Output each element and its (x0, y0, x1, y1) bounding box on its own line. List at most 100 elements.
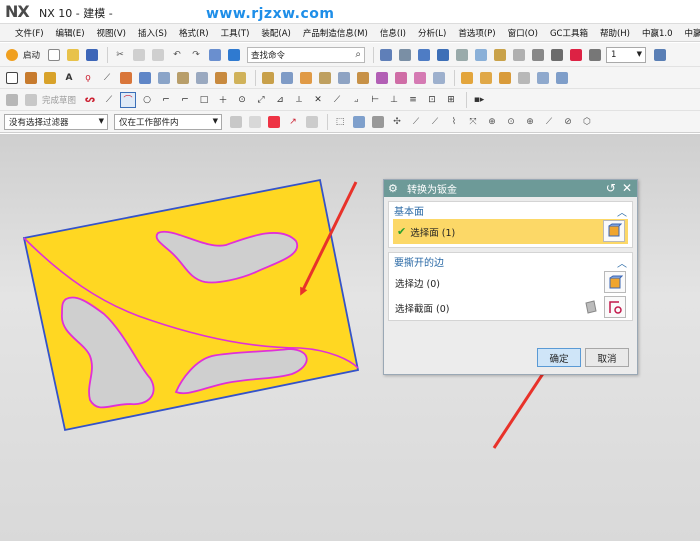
menu-window[interactable]: 窗口(O) (502, 27, 544, 39)
geometric-constraint-icon[interactable]: ⊥ (386, 92, 402, 108)
reset-icon[interactable]: ↺ (606, 181, 616, 195)
orient-view-icon[interactable] (416, 47, 432, 63)
sheet-metal-icon[interactable] (459, 70, 475, 86)
select-edge-button[interactable] (604, 271, 626, 293)
redo-icon[interactable]: ↷ (188, 47, 204, 63)
circle-icon[interactable]: ○ (139, 92, 155, 108)
menu-view[interactable]: 视图(V) (91, 27, 132, 39)
bend-icon[interactable] (516, 70, 532, 86)
point-icon[interactable]: ＋ (215, 92, 231, 108)
show-constraints-icon[interactable]: ≡ (405, 92, 421, 108)
cut-icon[interactable]: ✂ (112, 47, 128, 63)
emboss-icon[interactable] (260, 70, 276, 86)
pad-icon[interactable] (213, 70, 229, 86)
menu-insert[interactable]: 插入(S) (132, 27, 173, 39)
line-tool-icon[interactable]: ⟋ (99, 70, 115, 86)
face-rule-icon[interactable]: ↗ (285, 114, 301, 130)
chamfer-sketch-icon[interactable]: ⌐ (177, 92, 193, 108)
menu-zhongying[interactable]: 中赢1.0 (636, 27, 679, 39)
work-layer-icon[interactable] (587, 47, 603, 63)
menu-tools[interactable]: 工具(T) (215, 27, 256, 39)
select-edge-row[interactable]: 选择边 (0) (389, 270, 632, 295)
cancel-button[interactable]: 取消 (585, 348, 629, 367)
shaded-icon[interactable] (397, 47, 413, 63)
convert-reference-icon[interactable]: ⊡ (424, 92, 440, 108)
selection-scope-select[interactable]: 仅在工作部件内 ▼ (114, 113, 222, 130)
undo-icon[interactable]: ↶ (169, 47, 185, 63)
edge-blend-icon[interactable] (412, 70, 428, 86)
existing-point-snap-icon[interactable]: ⊕ (522, 114, 538, 130)
chevron-up-icon[interactable]: ︿ (617, 255, 627, 270)
general-selection-icon[interactable] (228, 114, 244, 130)
search-icon[interactable]: ⌕ (355, 49, 361, 60)
finish-sketch-label[interactable]: 完成草图 (42, 94, 76, 106)
work-layer-select[interactable]: 1 ▼ (606, 46, 647, 63)
menu-pmi[interactable]: 产品制造信息(M) (297, 27, 374, 39)
contour-flange-icon[interactable] (497, 70, 513, 86)
studio-icon[interactable] (511, 47, 527, 63)
midpoint-snap-icon[interactable]: ⟋ (427, 114, 443, 130)
snap-icon[interactable] (568, 47, 584, 63)
slot-icon[interactable] (232, 70, 248, 86)
feature-selection-icon[interactable] (247, 114, 263, 130)
open-folder-icon[interactable] (65, 47, 81, 63)
dialog-title-bar[interactable]: ⚙ 转换为钣金 ↺ ✕ (384, 180, 637, 197)
ok-button[interactable]: 确定 (537, 348, 581, 367)
unbend-icon[interactable] (535, 70, 551, 86)
quick-trim-icon[interactable]: ✕ (310, 92, 326, 108)
face-shading-icon[interactable] (492, 47, 508, 63)
unite-icon[interactable] (279, 70, 295, 86)
command-search-input[interactable]: 查找命令 ⌕ (247, 46, 366, 63)
point-on-curve-icon[interactable]: ⟋ (541, 114, 557, 130)
pattern-curve-icon[interactable]: ⊿ (272, 92, 288, 108)
menu-format[interactable]: 格式(R) (173, 27, 215, 39)
wireframe-icon[interactable] (473, 47, 489, 63)
select-section-row[interactable]: 选择截面 (0) (389, 295, 632, 320)
shell-icon[interactable] (336, 70, 352, 86)
select-face-button[interactable] (603, 220, 625, 242)
menu-gc-toolbox[interactable]: GC工具箱 (544, 27, 594, 39)
menu-zhongying-tutorial[interactable]: 中赢教程 (679, 27, 700, 39)
profile-icon[interactable]: ⟋ (101, 92, 117, 108)
finish-sketch-icon[interactable] (23, 92, 39, 108)
sketch-plane-icon[interactable] (4, 92, 20, 108)
intent-icon[interactable] (304, 114, 320, 130)
new-file-icon[interactable] (46, 47, 62, 63)
edge-style-icon[interactable] (454, 47, 470, 63)
trim-body-icon[interactable] (355, 70, 371, 86)
fillet-icon[interactable]: ⌐ (158, 92, 174, 108)
rapid-dimension-icon[interactable]: ⊢ (367, 92, 383, 108)
pocket-icon[interactable] (194, 70, 210, 86)
sketch-icon[interactable] (23, 70, 39, 86)
snap-point-icon[interactable]: ✣ (389, 114, 405, 130)
text-icon[interactable]: A (61, 70, 77, 86)
command-finder-icon[interactable] (207, 47, 223, 63)
quick-extend-icon[interactable]: ⟋ (329, 92, 345, 108)
copy-icon[interactable] (131, 47, 147, 63)
more-sketch-icon[interactable]: ▪▸ (471, 92, 487, 108)
flat-pattern-icon[interactable] (554, 70, 570, 86)
polygon-icon[interactable]: ⊙ (234, 92, 250, 108)
intersect-icon[interactable] (317, 70, 333, 86)
extrude-icon[interactable] (118, 70, 134, 86)
mirror-curve-icon[interactable]: ⟂ (291, 92, 307, 108)
layer-icon[interactable] (549, 47, 565, 63)
auto-constrain-icon[interactable]: ⊞ (443, 92, 459, 108)
bounded-grid-icon[interactable]: ⬡ (579, 114, 595, 130)
menu-edit[interactable]: 编辑(E) (50, 27, 91, 39)
select-face-row[interactable]: ✔ 选择面 (1) (393, 219, 628, 244)
box-select-icon[interactable]: ⬚ (332, 114, 348, 130)
subtract-icon[interactable] (298, 70, 314, 86)
rectangle-icon[interactable] (4, 70, 20, 86)
control-point-snap-icon[interactable]: ⌇ (446, 114, 462, 130)
start-button[interactable]: 启动 (23, 49, 40, 61)
menu-assembly[interactable]: 装配(A) (255, 27, 296, 39)
menu-help[interactable]: 帮助(H) (594, 27, 636, 39)
curve-section-button[interactable] (604, 296, 626, 318)
flange-icon[interactable] (478, 70, 494, 86)
base-face-group-header[interactable]: 基本面 ︿ (389, 202, 632, 219)
revolve-icon[interactable] (137, 70, 153, 86)
arc-center-snap-icon[interactable]: ⊕ (484, 114, 500, 130)
datum-icon[interactable] (42, 70, 58, 86)
menu-information[interactable]: 信息(I) (374, 27, 412, 39)
